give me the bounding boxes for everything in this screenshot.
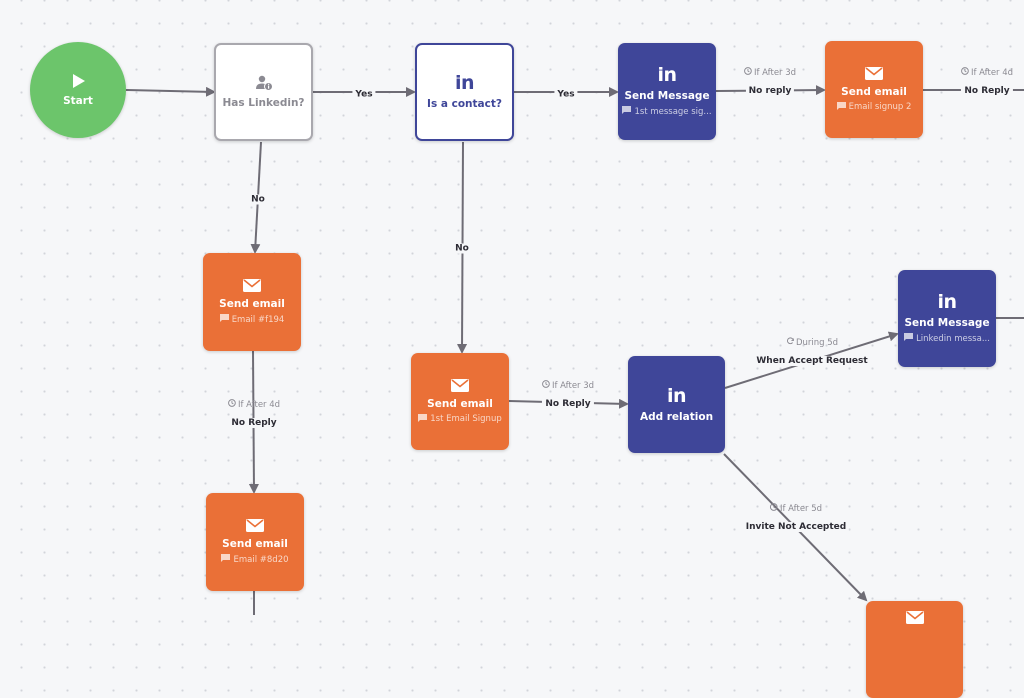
message-icon: [418, 413, 428, 425]
add-relation-node[interactable]: in Add relation: [628, 356, 725, 453]
envelope-icon: [246, 519, 264, 532]
edge-msg1-no-reply[interactable]: [715, 85, 826, 96]
message-icon: [836, 101, 846, 113]
envelope-icon: [451, 378, 469, 392]
node-title: Send email: [219, 298, 285, 310]
linkedin-icon: in: [454, 72, 475, 94]
envelope-icon: [905, 611, 924, 624]
send-message-node[interactable]: in Send Message 1st message sig...: [618, 43, 716, 140]
edge-is-contact-no[interactable]: [457, 141, 468, 354]
node-title: Add relation: [639, 410, 714, 423]
send-message-node[interactable]: in Send Message Linkedin messa...: [898, 270, 996, 367]
play-icon: [70, 73, 86, 89]
message-icon: [219, 314, 229, 325]
node-subtitle: 1st message sig...: [622, 106, 712, 117]
node-subtitle-text: 1st message sig...: [634, 106, 712, 117]
send-email-node[interactable]: Send email Email #8d20: [206, 493, 304, 591]
envelope-icon: [243, 279, 261, 292]
node-title: Is a contact?: [427, 98, 502, 110]
node-title: Send email: [427, 397, 493, 410]
edge-accept-request[interactable]: [724, 331, 899, 389]
node-subtitle: Email #8d20: [221, 554, 289, 565]
node-subtitle: Linkedin messa...: [904, 333, 990, 344]
user-info-icon: [255, 75, 273, 91]
has-linkedin-node[interactable]: Has Linkedin?: [214, 43, 313, 141]
send-email-node[interactable]: [866, 601, 963, 698]
node-title: Send Message: [624, 90, 710, 102]
edge-has-linkedin-no[interactable]: [250, 141, 262, 254]
is-contact-node[interactable]: in Is a contact?: [415, 43, 514, 141]
edge-f194-no-reply[interactable]: [248, 350, 259, 494]
node-subtitle-text: Email #f194: [231, 314, 285, 325]
edge-start-to-has-linkedin[interactable]: [125, 86, 216, 97]
node-subtitle-text: Linkedin messa...: [916, 333, 990, 344]
workflow-canvas[interactable]: Start Has Linkedin? in Is a contact? in …: [0, 0, 1024, 698]
linkedin-icon: in: [657, 64, 677, 86]
start-node[interactable]: Start: [30, 42, 126, 138]
node-title: Send email: [841, 85, 907, 98]
node-title: Send email: [222, 538, 288, 550]
message-icon: [622, 106, 632, 117]
message-icon: [904, 333, 914, 344]
node-subtitle-text: Email signup 2: [848, 102, 912, 112]
send-email-node[interactable]: Send email Email signup 2: [825, 41, 923, 138]
edge-invite-not-accepted[interactable]: [723, 453, 868, 602]
message-icon: [221, 554, 231, 565]
envelope-icon: [865, 66, 883, 80]
node-subtitle: Email signup 2: [836, 101, 912, 113]
linkedin-icon: in: [666, 384, 687, 407]
send-email-node[interactable]: Send email 1st Email Signup: [411, 353, 509, 450]
node-title: Start: [63, 95, 93, 107]
send-email-node[interactable]: Send email Email #f194: [203, 253, 301, 351]
node-subtitle: Email #f194: [219, 314, 285, 325]
node-title: Send Message: [904, 317, 990, 329]
node-subtitle-text: Email #8d20: [233, 554, 289, 565]
linkedin-icon: in: [937, 291, 957, 313]
edge-signup-no-reply[interactable]: [508, 398, 629, 409]
node-title: Has Linkedin?: [222, 97, 305, 109]
node-subtitle: 1st Email Signup: [418, 413, 502, 425]
node-subtitle-text: 1st Email Signup: [430, 414, 502, 424]
